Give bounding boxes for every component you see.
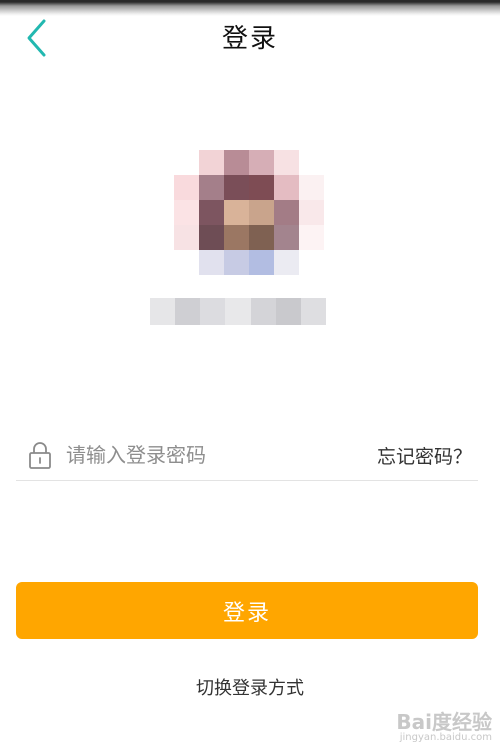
watermark: Bai度经验 jingyan.baidu.com: [396, 712, 492, 744]
forgot-password-link[interactable]: 忘记密码？: [377, 442, 472, 469]
avatar: [174, 150, 326, 278]
switch-login-method-link[interactable]: 切换登录方式: [0, 674, 500, 700]
watermark-main: Bai度经验: [396, 710, 492, 734]
login-screen: 登录 忘记密码？ 登录 切换登录方式 Bai度经验 jingyan.baidu.…: [0, 0, 500, 754]
password-input[interactable]: [66, 438, 326, 472]
login-button[interactable]: 登录: [16, 582, 478, 639]
status-bar-shadow: [0, 0, 500, 16]
watermark-sub: jingyan.baidu.com: [399, 732, 492, 743]
page-title: 登录: [221, 24, 278, 54]
lock-icon: [29, 442, 51, 469]
username-pixelated: [150, 298, 326, 325]
password-field-row: 忘记密码？: [16, 432, 478, 481]
